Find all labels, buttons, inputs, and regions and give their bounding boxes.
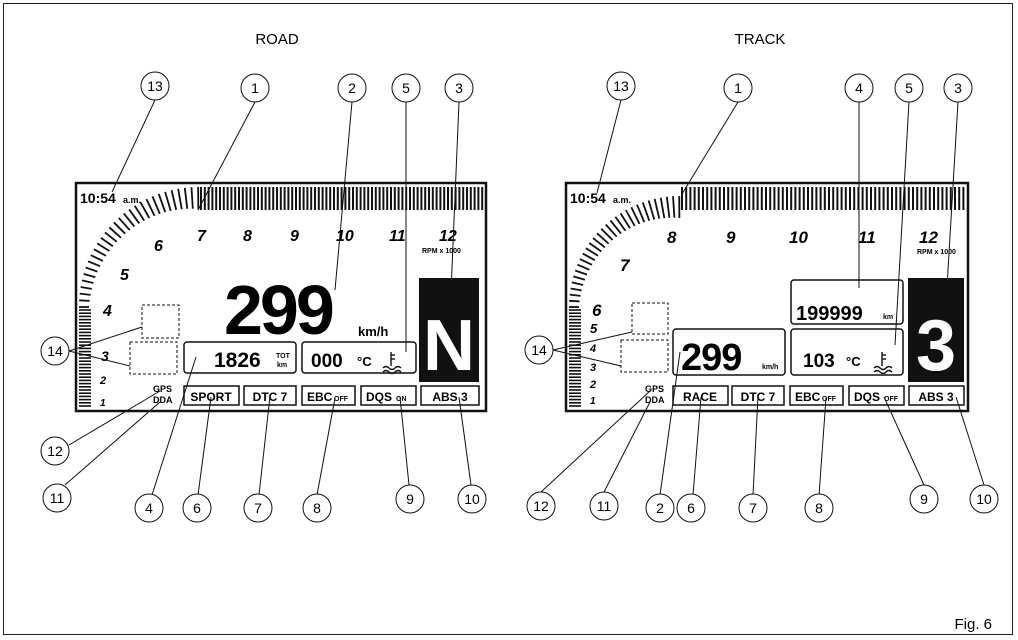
road-rpm-11: 11 — [389, 228, 406, 245]
road-callout-2: 2 — [348, 80, 356, 96]
track-temp: 103 — [803, 351, 835, 372]
road-callout-14: 14 — [47, 343, 63, 359]
road-callout-5: 5 — [402, 80, 410, 96]
road-abs: ABS 3 — [432, 390, 468, 404]
road-title: ROAD — [255, 31, 299, 48]
track-callout-2: 2 — [656, 500, 664, 516]
road-callout-3: 3 — [455, 80, 463, 96]
road-callout-8: 8 — [313, 500, 321, 516]
track-dqs: DQS — [854, 390, 880, 404]
track-rpm-1: 1 — [590, 396, 596, 407]
track-callout-6: 6 — [687, 500, 695, 516]
road-temp: 000 — [311, 351, 343, 372]
road-rpm-1: 1 — [100, 398, 106, 409]
track-rpm-9: 9 — [726, 228, 736, 247]
road-tick-32 — [79, 299, 90, 302]
track-rpm-12: 12 — [919, 228, 938, 247]
road-callout-1: 1 — [251, 80, 259, 96]
track-lap-unit: km — [883, 314, 893, 321]
road-temp-unit: °C — [357, 354, 372, 369]
road-rpm-2: 2 — [99, 375, 106, 387]
track-rpm-2: 2 — [589, 379, 596, 391]
track-callout-10: 10 — [976, 491, 992, 507]
road-tick-33 — [79, 292, 91, 296]
road-rpm-10: 10 — [336, 228, 354, 245]
track-speed: 299 — [681, 337, 741, 379]
road-ebc-state: OFF — [334, 396, 349, 403]
track-clock-suffix: a.m. — [613, 195, 631, 205]
track-rpm-10: 10 — [789, 228, 808, 247]
track-rpm-unit: RPM x 1000 — [917, 249, 956, 256]
track-speed-unit: km/h — [762, 364, 778, 371]
track-callout-14: 14 — [531, 342, 547, 358]
track-clock: 10:54 — [570, 190, 606, 206]
road-clock-suffix: a.m. — [123, 195, 141, 205]
track-rpm-3: 3 — [590, 362, 596, 374]
road-rpm-unit: RPM x 1000 — [422, 248, 461, 255]
road-callout-9: 9 — [406, 491, 414, 507]
road-callout-6: 6 — [193, 500, 201, 516]
track-rpm-8: 8 — [667, 228, 677, 247]
road-panel: ROAD 10:54 a.m. 1 2 3 4 5 6 7 8 9 10 11 … — [40, 31, 488, 523]
road-rpm-9: 9 — [290, 228, 299, 245]
road-rpm-8: 8 — [243, 228, 252, 245]
track-callout-4: 4 — [855, 80, 863, 96]
track-lap: 199999 — [796, 303, 863, 325]
road-callout-10: 10 — [464, 491, 480, 507]
road-ebc: EBC — [307, 390, 333, 404]
dashboard-diagram: ROAD 10:54 a.m. 1 2 3 4 5 6 7 8 9 10 11 … — [40, 31, 999, 633]
road-odo-unit-top: TOT — [276, 353, 291, 360]
track-rpm-7: 7 — [620, 256, 631, 275]
road-dda: DDA — [153, 395, 173, 405]
track-display — [564, 181, 970, 413]
track-ebc: EBC — [795, 390, 821, 404]
track-callout-7: 7 — [749, 500, 757, 516]
road-dqs-state: ON — [396, 396, 407, 403]
road-rpm-4: 4 — [102, 303, 112, 320]
road-callout-13: 13 — [147, 78, 163, 94]
road-rpm-5: 5 — [120, 267, 130, 284]
track-callout-9: 9 — [920, 491, 928, 507]
track-title: TRACK — [735, 31, 786, 48]
road-odo-unit-bottom: km — [277, 362, 287, 369]
road-rpm-6: 6 — [154, 238, 163, 255]
track-dda: DDA — [645, 395, 665, 405]
road-dqs: DQS — [366, 390, 392, 404]
road-speed: 299 — [224, 271, 333, 349]
track-callout-8: 8 — [815, 500, 823, 516]
road-speed-unit: km/h — [358, 324, 388, 339]
track-rpm-4: 4 — [589, 343, 596, 355]
track-rpm-6: 6 — [592, 301, 602, 320]
track-callout-3: 3 — [954, 80, 962, 96]
road-mode: SPORT — [190, 390, 232, 404]
road-rpm-12: 12 — [439, 228, 457, 245]
track-callout-5: 5 — [905, 80, 913, 96]
track-panel: TRACK 10:54 a.m. 1 2 3 4 5 6 7 8 9 10 11… — [524, 31, 999, 523]
track-mode: RACE — [683, 390, 717, 404]
road-callout-7: 7 — [254, 500, 262, 516]
figure-label: Fig. 6 — [954, 616, 992, 633]
track-callout-1: 1 — [734, 80, 742, 96]
road-rpm-3: 3 — [101, 348, 109, 364]
road-clock: 10:54 — [80, 190, 116, 206]
track-tick-32 — [569, 299, 580, 303]
road-callout-12: 12 — [47, 443, 63, 459]
road-rpm-7: 7 — [197, 228, 207, 245]
road-gps: GPS — [153, 384, 172, 394]
track-callout-13: 13 — [613, 78, 629, 94]
track-rpm-5: 5 — [590, 321, 598, 336]
track-tick-33 — [569, 293, 581, 297]
track-callout-12: 12 — [533, 498, 549, 514]
road-callout-4: 4 — [145, 500, 153, 516]
track-abs: ABS 3 — [918, 390, 954, 404]
track-rpm-11: 11 — [858, 228, 876, 247]
track-callout-11: 11 — [597, 498, 612, 514]
track-ebc-state: OFF — [822, 396, 837, 403]
road-callout-11: 11 — [50, 490, 65, 506]
road-odometer: 1826 — [214, 349, 261, 372]
track-gear: 3 — [916, 306, 956, 386]
road-gear: N — [423, 306, 475, 386]
track-temp-unit: °C — [846, 354, 861, 369]
